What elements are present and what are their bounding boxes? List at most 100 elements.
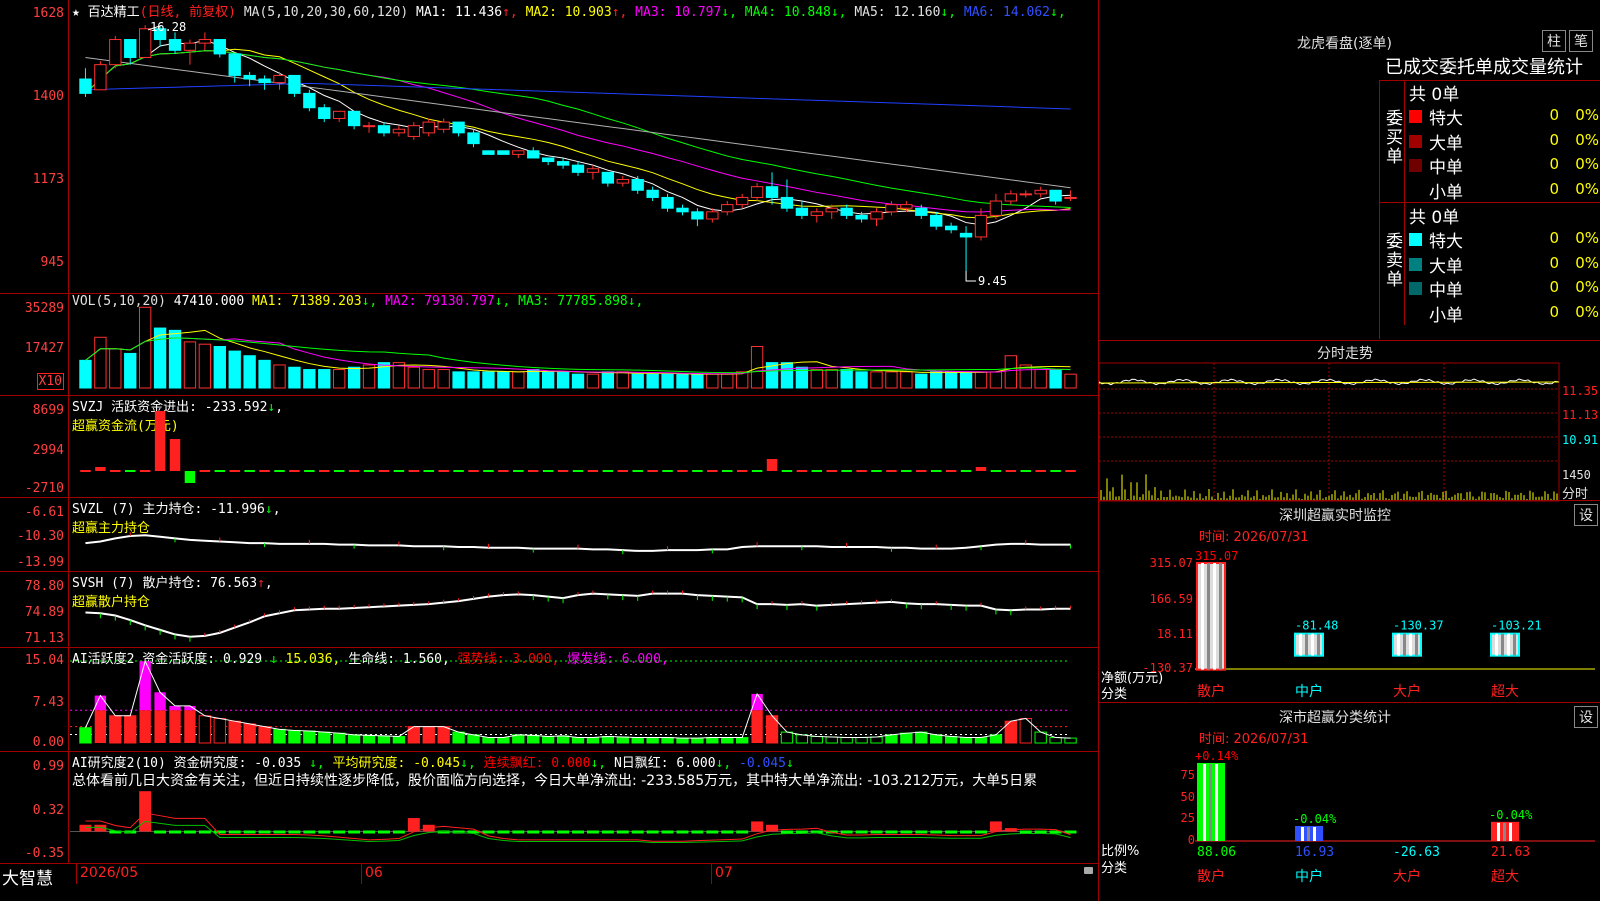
candle-body [467, 132, 480, 145]
activity-bar [586, 737, 600, 744]
candle-body [1004, 193, 1018, 202]
volume-bar [601, 371, 615, 389]
activity-bar [303, 730, 316, 744]
research-bar [527, 830, 540, 834]
monitor-panel: 深圳超赢实时监控 设 时间: 2026/07/31 315.07 166.59 … [1098, 500, 1600, 703]
low-marker-line [965, 271, 977, 282]
candle-body [213, 39, 226, 55]
fund-flow-bar [587, 470, 599, 472]
research-bar [870, 830, 883, 834]
fund-flow-bar [722, 470, 733, 472]
classify-value: 21.63 [1491, 845, 1530, 860]
research-bar [736, 830, 749, 834]
fund-flow-bar [154, 411, 166, 471]
volume-bar [915, 373, 928, 389]
classify-settings-button[interactable]: 设 [1574, 706, 1598, 728]
activity-bar [139, 710, 151, 743]
svsh-panel[interactable]: 78.80 74.89 71.13 SVSH (7) 散户持仓: 76.563↑… [0, 571, 1098, 648]
classify-bar-stripe [1503, 822, 1506, 841]
brand-logo[interactable]: 大智慧 [2, 864, 53, 889]
intraday-panel[interactable]: 分时走势 11.35 11.13 10.91 1450 分时 [1098, 340, 1600, 502]
activity-bar-burst [751, 693, 763, 711]
fund-flow-bar [647, 470, 658, 472]
research-bar [318, 830, 331, 834]
monitor-tick: 315.07 [1149, 556, 1193, 570]
sell-orders-label: 委卖单 [1386, 232, 1403, 290]
svzl-panel[interactable]: -6.61 -10.30 -13.99 SVZL (7) 主力持仓: -11.9… [0, 497, 1098, 572]
fund-flow-bar [930, 470, 942, 472]
sell-row-name: 中单 [1429, 281, 1463, 301]
candle-body [974, 214, 988, 238]
fund-flow-bar [378, 470, 390, 472]
activity-bar [646, 737, 659, 744]
bar-mode-button[interactable]: 柱 [1542, 30, 1566, 52]
footer-divider [76, 864, 77, 884]
activity-bar [362, 734, 376, 744]
volume-panel[interactable]: 35289 17427 X10 VOL(5,10,20) 47410.000 M… [0, 293, 1098, 396]
candle-body [243, 74, 256, 80]
classify-chart[interactable]: +0.14% 88.06 散户 -0.04% 16.93 中户 -26.63 大户 -0.04%… [1195, 743, 1595, 901]
buy-row-name: 小单 [1429, 182, 1463, 203]
svzl-tick: -10.30 [17, 529, 64, 544]
candle-body [721, 204, 734, 213]
sell-row-pct: 0% [1575, 229, 1599, 247]
svsh-chart[interactable] [70, 571, 1098, 647]
fund-flow-bar [1005, 470, 1017, 472]
volume-bar [482, 371, 495, 389]
svzl-tick: -13.99 [17, 555, 64, 570]
fund-flow-bar [990, 470, 1002, 472]
monitor-bar-散户 [1196, 562, 1226, 671]
research-bar [706, 830, 719, 834]
candle-body [825, 207, 838, 213]
research-bar [512, 830, 525, 834]
monitor-settings-button[interactable]: 设 [1574, 504, 1598, 526]
sell-row-name: 小单 [1429, 305, 1463, 326]
lhb-panel: 龙虎看盘(逐单) 柱 笔 已成交委托单成交量统计 委买单 委卖单 共 0单 共 … [1098, 0, 1600, 340]
volume-bar [198, 343, 212, 389]
svsh-axis: 78.80 74.89 71.13 [0, 571, 69, 647]
svzj-tick: -2710 [24, 481, 64, 496]
classify-title: 深市超赢分类统计 [1279, 710, 1391, 726]
ai-active-panel[interactable]: 15.04 7.43 0.00 AI活跃度2 资金活跃度: 0.929 ↓ 15… [0, 647, 1098, 752]
monitor-bar-stripe [1513, 633, 1516, 656]
svzl-chart[interactable] [70, 497, 1098, 571]
ai-active-chart[interactable] [70, 647, 1098, 751]
volume-bar [243, 355, 256, 389]
ai-research-chart[interactable] [70, 751, 1098, 863]
svzj-chart[interactable] [70, 395, 1098, 497]
kline-panel[interactable]: 1628 1400 1173 945 ★ 百达精工(日线, 前复权) MA(5,… [0, 0, 1098, 294]
activity-bar [437, 726, 450, 744]
volume-bar [661, 373, 674, 389]
fund-flow-bar [274, 470, 285, 472]
buy-row-name: 大单 [1429, 133, 1463, 154]
activity-bar [318, 731, 331, 744]
ai-research-panel[interactable]: 0.99 0.32 -0.35 AI研究度2(10) 资金研究度: -0.035… [0, 751, 1098, 863]
fund-flow-bar [304, 470, 315, 472]
volume-bar [586, 373, 600, 389]
candlestick-chart[interactable]: 16.28 9.45 [70, 0, 1098, 293]
fund-flow-bar [184, 471, 196, 483]
candle-body [198, 39, 212, 44]
activity-bar [422, 726, 435, 744]
research-bar [975, 830, 987, 834]
candle-body [333, 110, 346, 119]
buy-row-name: 特大 [1429, 109, 1463, 129]
fund-flow-bar [916, 470, 927, 472]
buy-row-pct: 0% [1575, 130, 1599, 149]
monitor-category: 散户 [1197, 683, 1225, 700]
volume-tick: 35289 [24, 301, 64, 316]
monitor-bar-value: -81.48 [1295, 619, 1338, 633]
svzj-panel[interactable]: 8699 2994 -2710 SVZJ 活跃资金进出: -233.592↓, … [0, 395, 1098, 498]
intraday-chart[interactable] [1098, 362, 1560, 502]
volume-bar [631, 373, 644, 389]
tick-mode-button[interactable]: 笔 [1569, 30, 1593, 52]
sell-row-swatch [1409, 257, 1422, 271]
monitor-bar-stripe [1219, 563, 1222, 670]
monitor-chart[interactable]: 315.07 散户 -81.48 中户 -130.37 大户 -103.21 超大 [1195, 541, 1595, 701]
lock-icon[interactable] [1084, 867, 1093, 874]
candle-body [79, 78, 92, 94]
classify-category: 中户 [1295, 868, 1323, 885]
research-bar [840, 830, 853, 834]
volume-chart[interactable] [70, 293, 1098, 395]
monitor-bar-stripe [1403, 633, 1406, 656]
